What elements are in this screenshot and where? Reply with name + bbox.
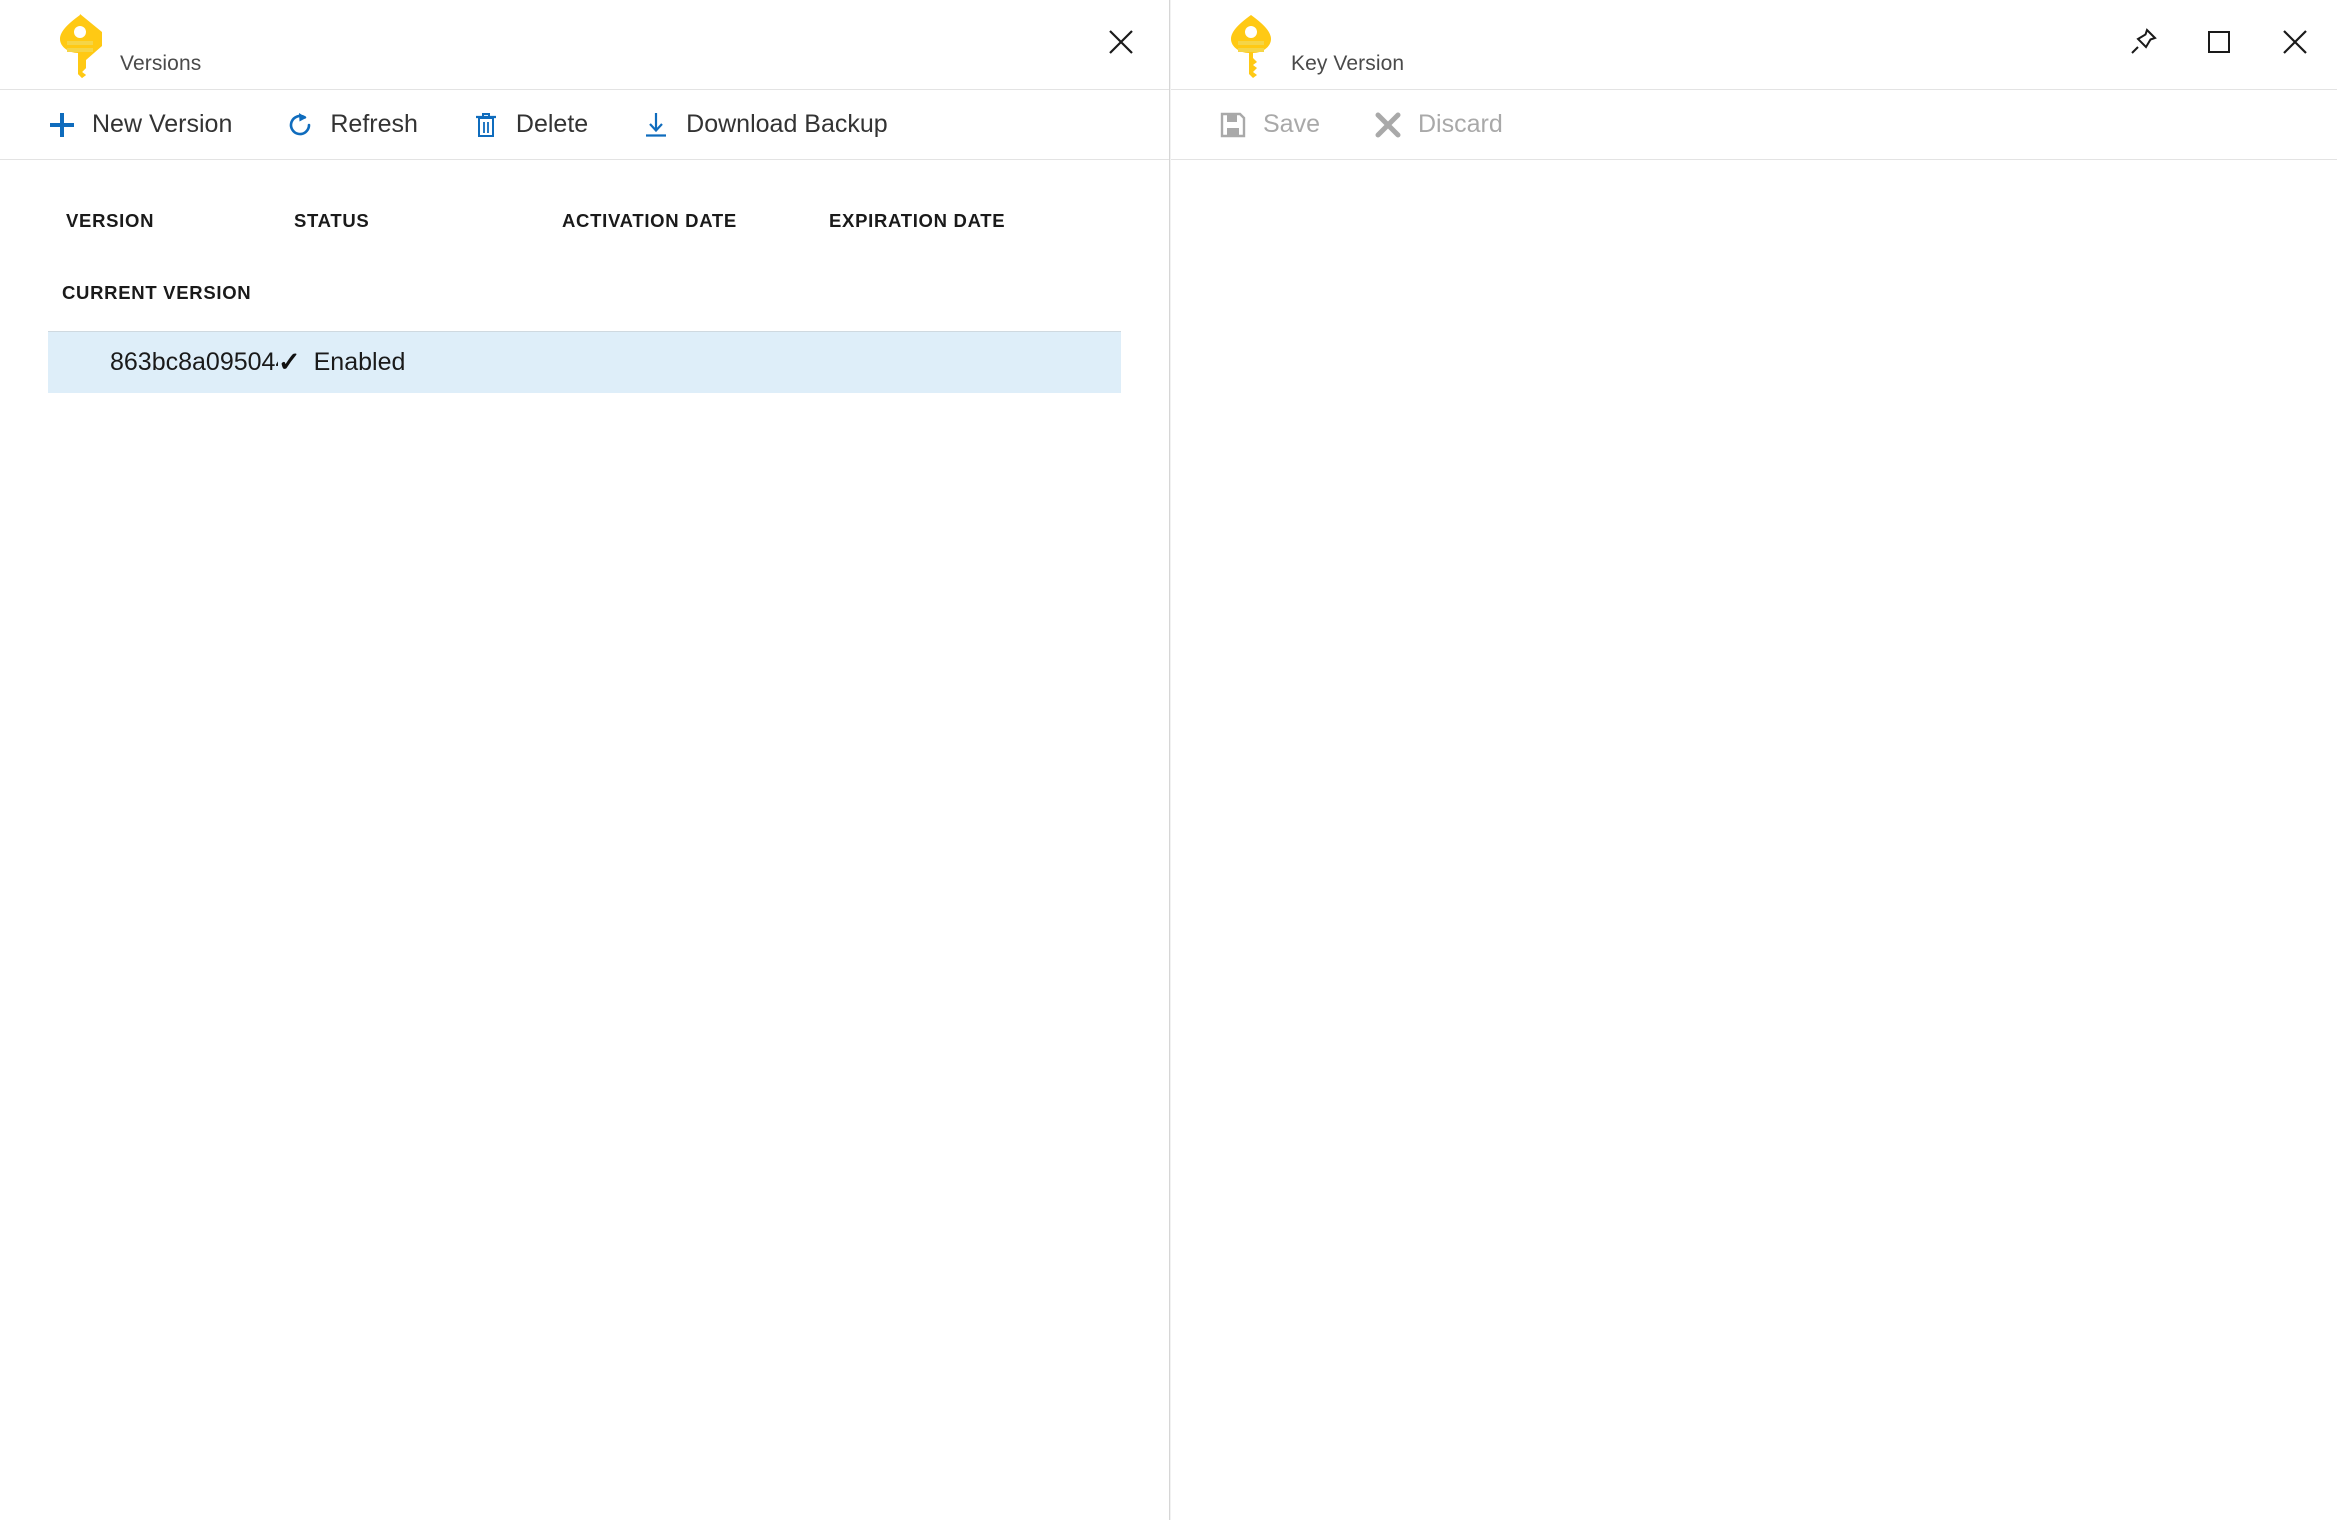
column-header-version[interactable]: VERSION (66, 210, 294, 232)
versions-toolbar: New Version Refresh Delete Download Back… (0, 90, 1169, 160)
versions-blade-header: Versions (0, 0, 1169, 90)
save-button[interactable]: Save (1217, 103, 1346, 147)
current-version-group-label: CURRENT VERSION (62, 282, 252, 303)
discard-label: Discard (1417, 110, 1503, 138)
versions-table-header: VERSION STATUS ACTIVATION DATE EXPIRATIO… (0, 160, 1169, 232)
key-icon (1223, 12, 1279, 80)
close-icon[interactable] (1101, 22, 1141, 62)
new-version-label: New Version (92, 110, 233, 138)
table-row[interactable]: 863bc8a095044a... ✓ Enabled (48, 331, 1121, 393)
trash-icon (470, 109, 502, 141)
column-header-expiration-date[interactable]: EXPIRATION DATE (829, 210, 1109, 232)
window-controls (2123, 22, 2315, 62)
refresh-button[interactable]: Refresh (284, 103, 444, 147)
versions-blade-title: Versions (120, 52, 202, 75)
column-header-activation-date[interactable]: ACTIVATION DATE (562, 210, 829, 232)
maximize-icon[interactable] (2199, 22, 2239, 62)
key-version-blade-header: Key Version (1171, 0, 2337, 90)
pin-icon[interactable] (2123, 22, 2163, 62)
discard-icon (1372, 109, 1404, 141)
delete-button[interactable]: Delete (470, 103, 614, 147)
row-status-label: Enabled (313, 348, 406, 376)
versions-blade: Versions New Version Refresh Delete Down… (0, 0, 1170, 1520)
key-version-blade: Key Version Save Discard (1171, 0, 2337, 1520)
download-backup-button[interactable]: Download Backup (640, 103, 914, 147)
column-header-status[interactable]: STATUS (294, 210, 562, 232)
delete-label: Delete (515, 110, 589, 138)
close-icon[interactable] (2275, 22, 2315, 62)
plus-icon (46, 109, 78, 141)
row-version-value: 863bc8a095044a... (110, 348, 278, 376)
key-version-toolbar: Save Discard (1171, 90, 2337, 160)
check-icon: ✓ (278, 347, 301, 377)
download-icon (640, 109, 672, 141)
refresh-label: Refresh (330, 110, 418, 138)
key-version-blade-title: Key Version (1291, 52, 1405, 75)
save-label: Save (1263, 110, 1320, 138)
save-icon (1217, 109, 1249, 141)
discard-button[interactable]: Discard (1372, 103, 1529, 147)
download-backup-label: Download Backup (686, 110, 888, 138)
new-version-button[interactable]: New Version (46, 103, 258, 147)
screen-root: Versions New Version Refresh Delete Down… (0, 0, 2337, 1520)
refresh-icon (284, 109, 316, 141)
key-icon (52, 12, 108, 80)
row-status: ✓ Enabled (278, 348, 405, 377)
